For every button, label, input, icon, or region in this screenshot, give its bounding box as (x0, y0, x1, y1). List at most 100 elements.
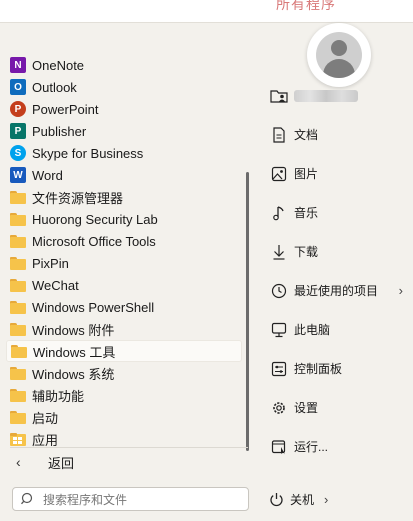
place-label: 控制面板 (294, 362, 343, 376)
program-item-pixpin[interactable]: PixPin (6, 252, 242, 274)
divider (10, 447, 248, 448)
search-icon (13, 492, 43, 506)
search-box[interactable]: 搜索程序和文件 (12, 487, 249, 511)
program-label: Outlook (32, 79, 77, 95)
run-icon (264, 439, 294, 455)
computer-icon (264, 322, 294, 338)
document-icon (264, 126, 294, 143)
place-label: 最近使用的项目 (294, 284, 379, 298)
desktop-strip: 所有程序 (0, 0, 413, 22)
shutdown-button[interactable]: 关机 › (262, 487, 362, 511)
program-label: 应用 (32, 432, 59, 448)
place-label: 下载 (294, 245, 319, 259)
start-menu: N OneNote O Outlook P PowerPoint P Publi… (0, 22, 413, 521)
program-label: Huorong Security Lab (32, 211, 158, 227)
folder-icon (10, 300, 26, 314)
program-list-scrollbar[interactable] (246, 172, 249, 451)
program-item-onenote[interactable]: N OneNote (6, 54, 242, 76)
folder-icon (10, 278, 26, 292)
place-documents[interactable]: 文档 (264, 115, 413, 154)
program-label: PowerPoint (32, 101, 99, 117)
program-label: Windows 附件 (32, 322, 115, 338)
control-panel-icon (264, 361, 294, 377)
power-icon (262, 492, 290, 507)
place-label: 文档 (294, 128, 319, 142)
program-label: Windows 工具 (33, 344, 116, 360)
folder-icon (10, 212, 26, 226)
place-label: 音乐 (294, 206, 319, 220)
places-list: 文档 图片 音乐 下载 最近使用的项目 › 此电脑 控制面板 设置 运行... (264, 76, 413, 466)
chevron-right-icon[interactable]: › (324, 492, 328, 507)
place-run[interactable]: 运行... (264, 427, 413, 466)
program-label: OneNote (32, 57, 85, 73)
place-label: 运行... (294, 440, 329, 454)
outlook-icon: O (10, 79, 26, 95)
program-list: N OneNote O Outlook P PowerPoint P Publi… (6, 54, 242, 450)
peek-text: 所有程序 (276, 0, 336, 12)
program-item-startup[interactable]: 启动 (6, 406, 242, 428)
program-item-powershell[interactable]: Windows PowerShell (6, 296, 242, 318)
program-item-powerpoint[interactable]: P PowerPoint (6, 98, 242, 120)
place-this-pc[interactable]: 此电脑 (264, 310, 413, 349)
program-item-file-explorer[interactable]: 文件资源管理器 (6, 186, 242, 208)
program-item-skype[interactable]: S Skype for Business (6, 142, 242, 164)
user-folder-icon (264, 88, 294, 104)
program-label: Publisher (32, 123, 87, 139)
program-label: 辅助功能 (32, 388, 85, 404)
apps-folder-icon (10, 432, 26, 446)
place-pictures[interactable]: 图片 (264, 154, 413, 193)
program-item-publisher[interactable]: P Publisher (6, 120, 242, 142)
program-label: Word (32, 167, 63, 183)
program-label: PixPin (32, 255, 69, 271)
download-icon (264, 244, 294, 260)
program-item-huorong[interactable]: Huorong Security Lab (6, 208, 242, 230)
clock-icon (264, 283, 294, 299)
program-label: 文件资源管理器 (32, 190, 124, 206)
word-icon: W (10, 167, 26, 183)
folder-icon (10, 190, 26, 204)
place-recent-items[interactable]: 最近使用的项目 › (264, 271, 413, 310)
powerpoint-icon: P (10, 101, 26, 117)
folder-icon (10, 322, 26, 336)
user-name-blurred (294, 89, 358, 102)
program-item-accessibility[interactable]: 辅助功能 (6, 384, 242, 406)
chevron-left-icon: ‹ (16, 454, 21, 470)
folder-icon (10, 366, 26, 380)
place-downloads[interactable]: 下载 (264, 232, 413, 271)
program-item-windows-system[interactable]: Windows 系统 (6, 362, 242, 384)
folder-icon (10, 256, 26, 270)
program-item-word[interactable]: W Word (6, 164, 242, 186)
place-control-panel[interactable]: 控制面板 (264, 349, 413, 388)
program-label: Skype for Business (32, 145, 144, 161)
search-input[interactable]: 搜索程序和文件 (43, 491, 127, 508)
folder-icon (10, 410, 26, 424)
onenote-icon: N (10, 57, 26, 73)
folder-icon (11, 344, 27, 358)
program-item-office-tools[interactable]: Microsoft Office Tools (6, 230, 242, 252)
user-avatar-icon (316, 32, 362, 78)
chevron-right-icon: › (398, 283, 403, 298)
program-label: 启动 (32, 410, 59, 426)
folder-icon (10, 388, 26, 402)
program-item-wechat[interactable]: WeChat (6, 274, 242, 296)
place-settings[interactable]: 设置 (264, 388, 413, 427)
program-label: Microsoft Office Tools (32, 233, 156, 249)
program-label: Windows 系统 (32, 366, 115, 382)
picture-icon (264, 166, 294, 182)
user-folder[interactable] (264, 76, 413, 115)
place-label: 图片 (294, 167, 319, 181)
publisher-icon: P (10, 123, 26, 139)
place-label: 设置 (294, 401, 319, 415)
shutdown-label: 关机 (290, 492, 315, 507)
program-label: Windows PowerShell (32, 299, 155, 315)
skype-icon: S (10, 145, 26, 161)
place-music[interactable]: 音乐 (264, 193, 413, 232)
back-label: 返回 (48, 455, 75, 471)
program-item-windows-accessories[interactable]: Windows 附件 (6, 318, 242, 340)
program-item-outlook[interactable]: O Outlook (6, 76, 242, 98)
back-button[interactable]: ‹ 返回 (10, 451, 248, 473)
gear-icon (264, 400, 294, 416)
program-item-windows-tools[interactable]: Windows 工具 (6, 340, 242, 362)
folder-icon (10, 234, 26, 248)
music-icon (264, 205, 294, 221)
